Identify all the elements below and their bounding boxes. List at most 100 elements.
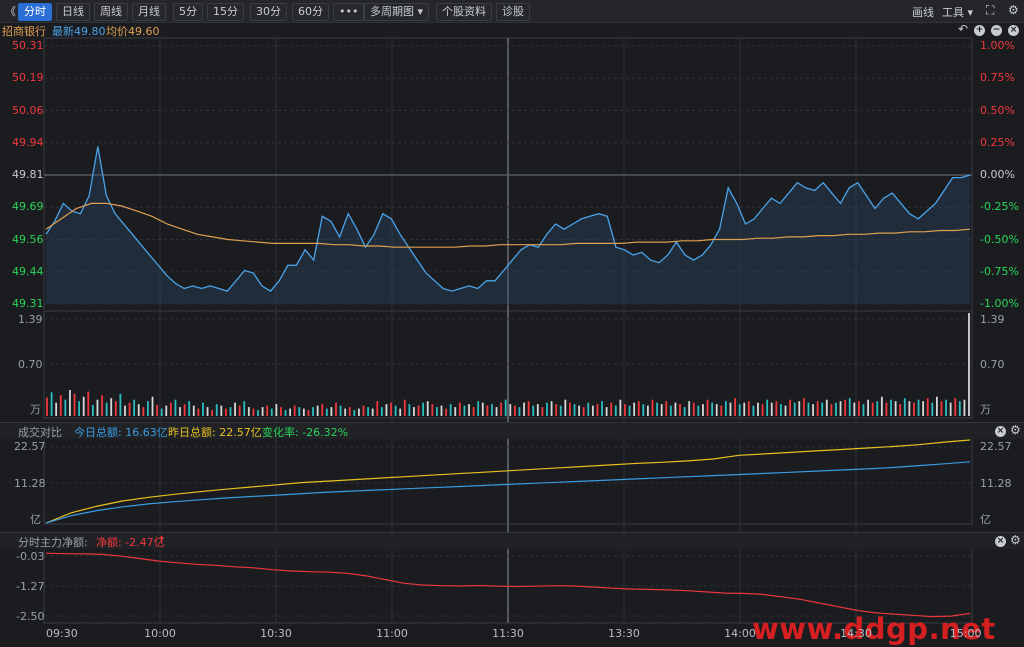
volume-bar — [513, 405, 516, 416]
volume-bar — [293, 405, 296, 416]
volume-bar — [174, 399, 177, 416]
mainforce-title: 分时主力净额: — [18, 536, 88, 549]
volume-bar — [752, 405, 755, 416]
volume-bar — [156, 404, 158, 416]
volume-bar — [871, 402, 874, 416]
volume-bar — [215, 404, 218, 416]
close-icon[interactable]: × — [995, 536, 1006, 547]
volume-bar — [780, 404, 782, 416]
volume-bar — [679, 404, 681, 416]
volume-bar — [399, 408, 402, 416]
time-label: 14:00 — [724, 627, 756, 640]
volume-bar — [486, 405, 489, 416]
volume-bar — [348, 407, 351, 416]
volume-bar — [371, 408, 374, 416]
mainforce-axis-0: -0.03 — [16, 550, 45, 563]
volume-bar — [954, 398, 957, 416]
volume-bar — [729, 402, 732, 416]
volume-bar — [862, 404, 865, 416]
volume-bar — [949, 402, 952, 416]
volume-bar — [958, 401, 961, 416]
volume-bar — [867, 399, 869, 416]
mainforce-header: 分时主力净额: 净额: -2.47亿 ↑ × ⚙ — [0, 532, 1024, 549]
price-label: 49.69 — [12, 200, 44, 214]
volume-bar — [812, 404, 814, 416]
volume-bar — [647, 405, 649, 416]
volume-bar — [573, 404, 576, 416]
volume-bar — [734, 398, 736, 416]
volume-bar — [454, 407, 457, 416]
volume-bar — [720, 405, 723, 416]
percent-label: -1.00% — [980, 297, 1019, 310]
volume-bar — [702, 404, 704, 416]
volume-bar — [325, 408, 328, 416]
time-label: 15:00 — [949, 627, 982, 640]
volume-bar — [523, 402, 525, 416]
price-label: 50.06 — [12, 103, 44, 117]
volume-bar — [619, 399, 622, 416]
volume-bar — [747, 401, 750, 416]
volume-bar — [628, 405, 631, 416]
volume-bar — [858, 401, 860, 416]
volume-bar — [220, 405, 223, 416]
close-icon[interactable]: × — [995, 426, 1006, 437]
settings-icon[interactable]: ⚙ — [1010, 423, 1021, 437]
volume-axis-unit-right: 万 — [980, 403, 991, 416]
volume-bar — [683, 407, 686, 416]
volume-bar — [192, 405, 195, 416]
volume-bar — [468, 404, 470, 416]
volume-bar — [243, 401, 246, 416]
volume-bar — [426, 401, 429, 416]
volume-bar — [770, 402, 773, 416]
volume-bar — [532, 405, 535, 416]
volume-bar — [316, 405, 319, 416]
volume-bar — [536, 404, 539, 416]
percent-label: 0.50% — [980, 103, 1015, 117]
volume-bar — [692, 402, 695, 416]
compare-axis-mid: 11.28 — [14, 477, 46, 490]
volume-axis-unit: 万 — [30, 403, 41, 416]
volume-bar — [899, 404, 902, 416]
volume-bar — [101, 395, 103, 416]
volume-bar — [931, 402, 934, 416]
volume-bar — [211, 410, 214, 416]
volume-bar — [82, 396, 85, 416]
volume-bar — [656, 402, 658, 416]
volume-bar — [706, 399, 709, 416]
volume-bar — [224, 408, 227, 416]
percent-label: -0.50% — [980, 232, 1019, 246]
volume-bar — [114, 401, 117, 416]
volume-bar — [614, 405, 617, 416]
compare-axis-mid-right: 11.28 — [980, 477, 1012, 490]
volume-bar — [821, 402, 824, 416]
volume-bar — [367, 407, 369, 416]
time-label: 14:30 — [840, 627, 872, 640]
volume-bar — [78, 401, 81, 416]
volume-bar — [335, 402, 337, 416]
volume-bar — [298, 407, 301, 416]
volume-bar — [321, 404, 324, 416]
volume-bar — [963, 399, 966, 416]
volume-bar — [252, 408, 255, 416]
volume-bar — [761, 404, 764, 416]
volume-bar — [55, 402, 58, 416]
settings-icon[interactable]: ⚙ — [1010, 533, 1021, 547]
volume-bar — [913, 402, 915, 416]
volume-bar — [413, 407, 415, 416]
volume-bar — [238, 405, 241, 416]
price-label: 49.31 — [12, 297, 44, 310]
volume-bar — [188, 401, 191, 416]
volume-bar — [87, 391, 90, 416]
up-arrow-icon: ↑ — [157, 534, 167, 547]
volume-bar — [509, 404, 512, 416]
percent-label: 0.75% — [980, 71, 1015, 85]
volume-bar — [280, 407, 282, 416]
volume-bar — [206, 407, 209, 416]
volume-bar — [816, 401, 819, 416]
volume-bar — [968, 313, 970, 416]
volume-bar — [69, 390, 71, 416]
volume-bar — [596, 404, 599, 416]
volume-bar — [110, 398, 113, 416]
volume-bar — [169, 402, 172, 416]
volume-bar — [234, 402, 236, 416]
